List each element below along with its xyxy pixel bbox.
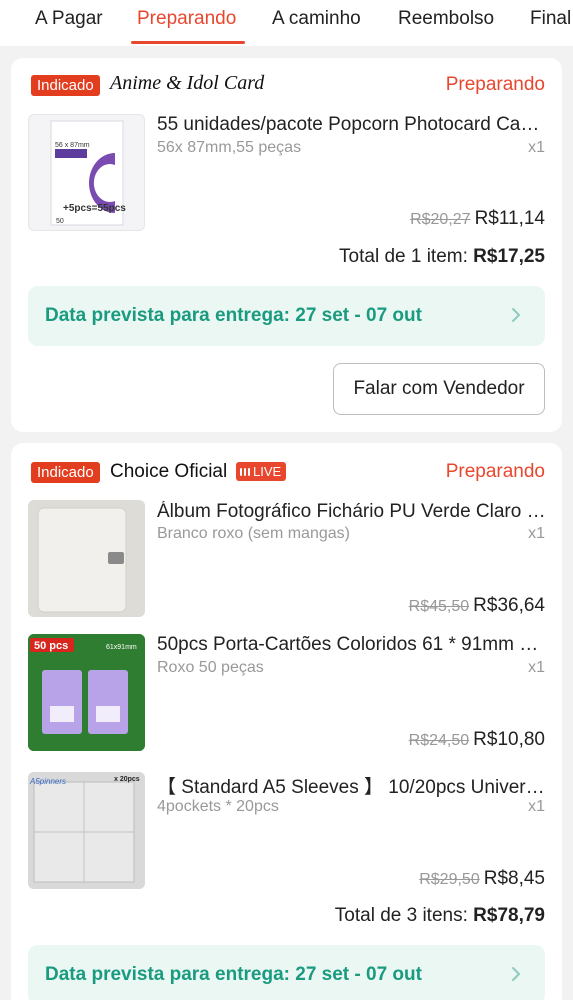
sale-price: R$8,45 bbox=[483, 868, 545, 889]
product-quantity: x1 bbox=[528, 798, 545, 815]
indicado-badge: Indicado bbox=[31, 462, 100, 483]
store-name[interactable]: Anime & Idol Card bbox=[110, 72, 264, 95]
order-total: Total de 1 item: R$17,25 bbox=[339, 246, 545, 268]
product-title[interactable]: 50pcs Porta-Cartões Coloridos 61 * 91mm … bbox=[157, 634, 547, 656]
binder-sleeves-image: A5pinners x 20pcs bbox=[28, 772, 145, 889]
thumb-count-text: 50 bbox=[56, 218, 64, 225]
live-label: LIVE bbox=[253, 464, 282, 479]
tab-a-pagar[interactable]: A Pagar bbox=[35, 8, 103, 30]
sale-price: R$11,14 bbox=[474, 208, 545, 229]
thumb-brand-text: A5pinners bbox=[29, 777, 66, 786]
original-price: R$24,50 bbox=[408, 732, 470, 749]
order-status: Preparando bbox=[445, 74, 545, 95]
product-variant: Branco roxo (sem mangas) bbox=[157, 525, 350, 542]
product-title[interactable]: 【 Standard A5 Sleeves 】 10/20pcs Univers… bbox=[157, 772, 547, 799]
order-status: Preparando bbox=[445, 461, 545, 482]
indicado-badge: Indicado bbox=[31, 75, 100, 96]
tab-final[interactable]: Final bbox=[530, 8, 571, 30]
chevron-right-icon bbox=[512, 967, 520, 981]
product-variant: Roxo 50 peças bbox=[157, 659, 264, 676]
product-quantity: x1 bbox=[528, 659, 545, 676]
product-variant: 56x 87mm,55 peças bbox=[157, 139, 302, 156]
active-tab-indicator bbox=[131, 41, 245, 44]
total-label: Total de 3 itens: bbox=[334, 905, 468, 926]
product-thumbnail[interactable] bbox=[28, 500, 145, 617]
chevron-right-icon bbox=[512, 308, 520, 322]
product-thumbnail[interactable]: 56 x 87mm +5pcs=55pcs 50 bbox=[28, 114, 145, 231]
total-label: Total de 1 item: bbox=[339, 246, 468, 267]
card-sleeves-image: 50 pcs 61x91mm bbox=[28, 634, 145, 751]
thumb-size-text: 61x91mm bbox=[106, 644, 137, 651]
product-quantity: x1 bbox=[528, 525, 545, 542]
live-icon bbox=[240, 467, 250, 476]
thumb-size-text: 56 x 87mm bbox=[55, 142, 90, 149]
thumb-promo-text: 50 pcs bbox=[34, 640, 68, 652]
product-thumbnail[interactable]: 50 pcs 61x91mm bbox=[28, 634, 145, 751]
thumb-count-text: x 20pcs bbox=[114, 776, 140, 783]
delivery-estimate-text: Data prevista para entrega: 27 set - 07 … bbox=[45, 964, 422, 985]
store-name[interactable]: Choice Oficial bbox=[110, 461, 227, 483]
live-badge[interactable]: LIVE bbox=[236, 462, 287, 481]
contact-seller-button[interactable]: Falar com Vendedor bbox=[333, 363, 545, 415]
product-title[interactable]: 55 unidades/pacote Popcorn Photocard Cas… bbox=[157, 114, 547, 136]
product-price: R$29,50 R$8,45 bbox=[419, 868, 545, 890]
product-price: R$24,50 R$10,80 bbox=[409, 729, 545, 751]
delivery-estimate[interactable]: Data prevista para entrega: 27 set - 07 … bbox=[28, 945, 545, 1000]
photo-album-image bbox=[28, 500, 145, 617]
product-price: R$20,27 R$11,14 bbox=[410, 208, 545, 230]
delivery-estimate-text: Data prevista para entrega: 27 set - 07 … bbox=[45, 305, 422, 326]
product-thumbnail[interactable]: A5pinners x 20pcs bbox=[28, 772, 145, 889]
original-price: R$29,50 bbox=[419, 871, 480, 888]
total-value: R$17,25 bbox=[473, 246, 545, 267]
original-price: R$20,27 bbox=[410, 211, 471, 228]
original-price: R$45,50 bbox=[408, 598, 470, 615]
sale-price: R$36,64 bbox=[473, 595, 545, 616]
tab-a-caminho[interactable]: A caminho bbox=[272, 8, 361, 30]
product-variant: 4pockets * 20pcs bbox=[157, 798, 279, 815]
order-card[interactable]: Indicado Anime & Idol Card Preparando 56… bbox=[11, 58, 562, 432]
delivery-estimate[interactable]: Data prevista para entrega: 27 set - 07 … bbox=[28, 286, 545, 346]
product-quantity: x1 bbox=[528, 139, 545, 156]
status-tabs: A Pagar Preparando A caminho Reembolso F… bbox=[0, 0, 573, 46]
order-card[interactable]: Indicado Choice Oficial LIVE Preparando … bbox=[11, 443, 562, 1000]
thumb-promo-text: +5pcs=55pcs bbox=[63, 203, 126, 214]
tab-reembolso[interactable]: Reembolso bbox=[398, 8, 494, 30]
total-value: R$78,79 bbox=[473, 905, 545, 926]
order-total: Total de 3 itens: R$78,79 bbox=[335, 905, 545, 927]
product-price: R$45,50 R$36,64 bbox=[409, 595, 545, 617]
sale-price: R$10,80 bbox=[473, 729, 545, 750]
product-title[interactable]: Álbum Fotográfico Fichário PU Verde Clar… bbox=[157, 501, 547, 523]
photocard-case-image: 56 x 87mm +5pcs=55pcs 50 bbox=[50, 120, 126, 226]
tab-preparando[interactable]: Preparando bbox=[137, 8, 236, 30]
